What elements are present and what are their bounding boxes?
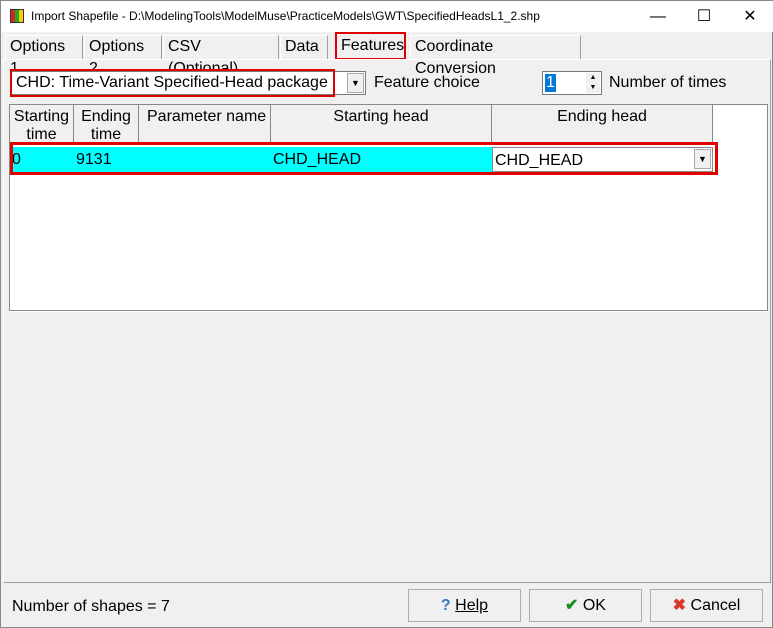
number-of-times-value: 1 [545, 74, 556, 92]
number-of-times-label: Number of times [609, 74, 727, 91]
header-starting-time: Starting time [10, 105, 74, 145]
app-icon [10, 9, 24, 23]
maximize-button[interactable]: ☐ [681, 1, 727, 32]
minimize-button[interactable]: — [635, 1, 681, 32]
title-bar: Import Shapefile - D:\ModelingTools\Mode… [1, 1, 773, 32]
feature-choice-label: Feature choice [374, 74, 480, 91]
help-label: Help [455, 597, 489, 614]
cancel-label: Cancel [690, 597, 741, 614]
chevron-down-icon[interactable]: ▼ [347, 73, 364, 93]
check-icon: ✔ [565, 597, 579, 614]
window-title: Import Shapefile - D:\ModelingTools\Mode… [31, 9, 540, 23]
x-icon: ✖ [672, 597, 687, 614]
tab-csv[interactable]: CSV (Optional) [163, 35, 279, 77]
close-button[interactable]: ✕ [727, 1, 773, 32]
spin-up-icon[interactable]: ▲ [586, 73, 600, 83]
ok-button[interactable]: ✔ OK [529, 589, 642, 622]
annotation-box [10, 142, 718, 175]
shape-count-status: Number of shapes = 7 [12, 598, 170, 615]
header-parameter-name: Parameter name [139, 105, 271, 145]
tab-coordinate-conversion[interactable]: Coordinate Conversion [410, 35, 581, 77]
help-button[interactable]: ? Help [408, 589, 521, 622]
help-icon: ? [440, 597, 451, 614]
tab-data[interactable]: Data [280, 35, 328, 59]
features-grid[interactable]: Starting time Ending time Parameter name… [9, 104, 768, 311]
ok-label: OK [582, 597, 606, 614]
header-starting-head: Starting head [271, 105, 492, 145]
annotation-box [10, 69, 335, 97]
header-ending-time: Ending time [74, 105, 139, 145]
cancel-button[interactable]: ✖ Cancel [650, 589, 763, 622]
tab-options-2[interactable]: Options 2 [84, 35, 162, 77]
spin-down-icon[interactable]: ▼ [586, 83, 600, 93]
tab-features[interactable]: Features [335, 32, 406, 60]
divider [9, 311, 768, 312]
header-ending-head: Ending head [492, 105, 713, 145]
number-of-times-spin[interactable]: 1 ▲ ▼ [542, 71, 602, 95]
tab-options-1[interactable]: Options 1 [5, 35, 83, 77]
